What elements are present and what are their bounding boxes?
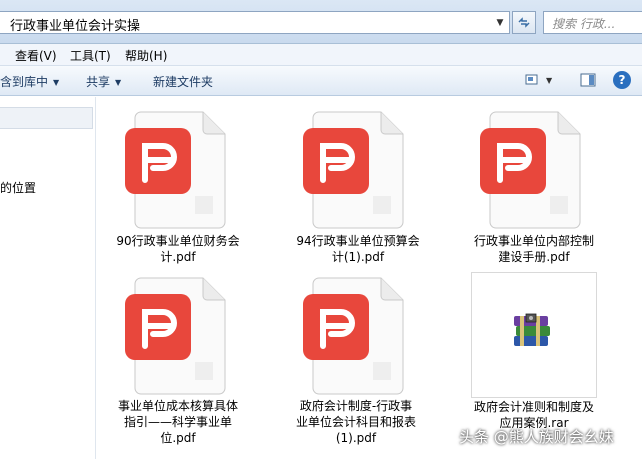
refresh-icon [518,17,530,28]
pdf-file-icon [303,277,404,395]
address-bar[interactable]: 行政事业单位会计实操 ▼ [0,11,510,34]
preview-pane-icon[interactable] [580,73,596,87]
chevron-down-icon: ▼ [115,78,122,87]
file-item[interactable]: 行政事业单位内部控制 建设手册.pdf [459,105,609,265]
chevron-down-icon[interactable]: ▼ [494,16,506,30]
help-icon[interactable]: ? [613,71,631,89]
file-name: 事业单位成本核算具体 指引——科学事业单 位.pdf [103,398,253,446]
address-path[interactable]: 行政事业单位会计实操 [10,15,140,34]
file-name-line: 94行政事业单位预算会 [296,234,420,248]
watermark-text: 头条 @熊人族财会幺妹 [459,428,614,446]
file-item[interactable]: 94行政事业单位预算会 计(1).pdf [283,105,433,265]
file-item[interactable]: 90行政事业单位财务会 计.pdf [103,105,253,265]
nav-item-location[interactable]: 的位置 [0,179,36,196]
file-name-line: 事业单位成本核算具体 [117,399,238,413]
pdf-file-icon [303,111,404,229]
file-name: 政府会计制度-行政事 业单位会计科目和报表 (1).pdf [281,398,431,446]
file-name-line: 政府会计制度-行政事 [299,399,413,413]
share-label: 共享 [86,75,111,89]
file-name: 94行政事业单位预算会 计(1).pdf [283,233,433,265]
file-name-line: 90行政事业单位财务会 [116,234,240,248]
pdf-file-icon [125,111,226,229]
chevron-down-icon: ▼ [53,78,60,87]
refresh-button[interactable] [512,11,536,34]
menu-help[interactable]: 帮助(H) [125,47,167,64]
file-name-line: 位.pdf [160,431,196,445]
file-name-line: 计(1).pdf [331,250,385,264]
file-name-line: 行政事业单位内部控制 [473,234,594,248]
search-input[interactable]: 搜索 行政... [543,11,642,34]
menu-tools[interactable]: 工具(T) [70,47,111,64]
file-name-line: 指引——科学事业单 [123,415,232,429]
file-name: 90行政事业单位财务会 计.pdf [103,233,253,265]
file-item[interactable]: 政府会计制度-行政事 业单位会计科目和报表 (1).pdf [281,272,431,452]
file-name-line: 政府会计准则和制度及 [473,400,594,414]
navigation-pane: 的位置 [0,97,96,459]
nav-selected-item[interactable] [0,107,93,129]
include-library-label: 包含到库中 [0,75,49,89]
menu-bar: 查看(V) 工具(T) 帮助(H) [0,44,642,66]
file-name-line: 业单位会计科目和报表 [295,415,416,429]
file-item[interactable]: 政府会计准则和制度及 应用案例.rar [459,272,609,452]
search-placeholder: 搜索 行政... [552,17,616,31]
file-item[interactable]: 事业单位成本核算具体 指引——科学事业单 位.pdf [103,272,253,452]
pdf-file-icon [125,277,226,395]
command-toolbar: 包含到库中 ▼ 共享 ▼ 新建文件夹 ▼ ? [0,66,642,96]
rar-archive-icon [514,313,550,346]
address-bar-row: 行政事业单位会计实操 ▼ 搜索 行政... [0,0,642,44]
new-folder-button[interactable]: 新建文件夹 [153,73,213,90]
include-library-button[interactable]: 包含到库中 ▼ [0,73,59,90]
view-options-icon[interactable] [525,73,541,87]
chevron-down-icon[interactable]: ▼ [546,76,552,85]
file-name: 行政事业单位内部控制 建设手册.pdf [459,233,609,265]
file-name-line: 计.pdf [160,250,196,264]
file-name-line: 建设手册.pdf [498,250,570,264]
share-button[interactable]: 共享 ▼ [86,73,121,90]
file-name-line: (1).pdf [335,431,377,445]
menu-view[interactable]: 查看(V) [15,47,57,64]
pdf-file-icon [480,111,581,229]
